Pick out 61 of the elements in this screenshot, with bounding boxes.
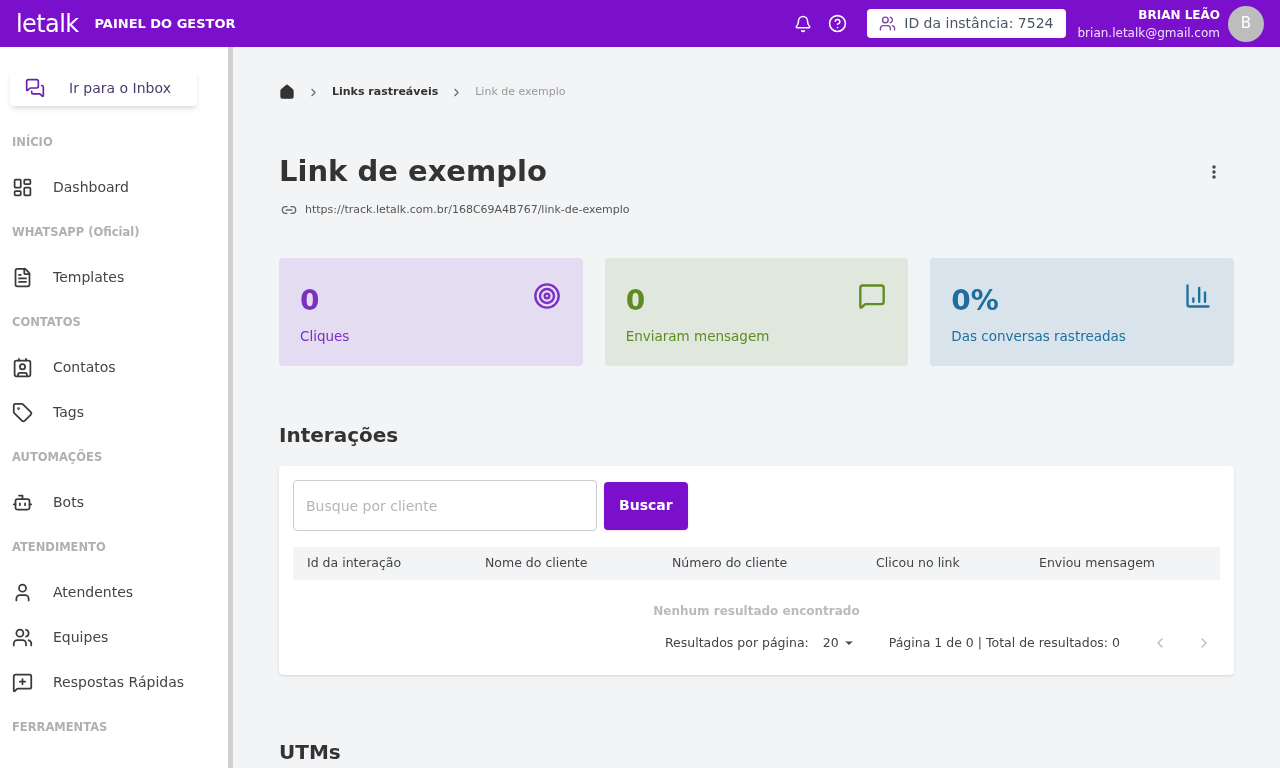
stat-label: Das conversas rastreadas (951, 327, 1126, 346)
column-header: Número do cliente (672, 554, 789, 573)
document-icon (12, 267, 33, 288)
sidebar-item[interactable]: Bots (0, 480, 228, 525)
dashboard-icon (12, 177, 33, 198)
section-heading: UTMs (279, 738, 342, 766)
section-label: CONTATOS (11, 313, 82, 331)
more-options-button[interactable] (1210, 162, 1218, 181)
stat-value: 0 (300, 283, 320, 319)
search-button[interactable]: Buscar (604, 481, 688, 530)
stat-value: 0% (951, 283, 999, 319)
user-name: BRIAN LEÃO (1138, 6, 1220, 24)
section-heading: Interações (279, 422, 400, 449)
column-header: Clicou no link (876, 554, 961, 573)
per-page-select[interactable]: 20 (822, 634, 855, 653)
sidebar-item[interactable]: Templates (0, 255, 228, 300)
empty-message: Nenhum resultado encontrado (652, 603, 861, 620)
section-label: WHATSAPP (Oficial) (11, 223, 141, 241)
chat-plus-icon (12, 672, 33, 693)
people-icon (12, 627, 33, 648)
bell-icon (794, 14, 813, 33)
sidebar-item[interactable]: Atendentes (0, 570, 228, 615)
breadcrumb-link[interactable]: Links rastreáveis (332, 83, 439, 101)
home-icon[interactable] (279, 84, 295, 100)
target-icon (532, 282, 561, 310)
column-header: Nome do cliente (485, 554, 589, 573)
notifications-button[interactable] (794, 14, 813, 33)
column-header: Id da interação (307, 554, 403, 573)
sidebar-item[interactable]: Equipes (0, 615, 228, 660)
inbox-button[interactable]: Ir para o Inbox (10, 70, 197, 106)
instance-id-text: ID da instância: 7524 (904, 14, 1054, 33)
stat-value: 0 (625, 283, 646, 319)
sidebar-item[interactable]: Contatos (0, 345, 228, 390)
column-header: Enviou mensagem (1039, 554, 1156, 573)
stat-label: Enviaram mensagem (625, 327, 770, 346)
contacts-icon (12, 357, 33, 378)
search-field[interactable]: Busque por cliente (293, 480, 597, 531)
section-label: ATENDIMENTO (11, 538, 107, 556)
tracking-url: https://track.letalk.com.br/168C69A4B767/link-de-exemplo (305, 201, 630, 218)
pagination-info: Página 1 de 0 | Total de resultados: 0 (888, 634, 1120, 652)
more-icon (1212, 164, 1216, 179)
per-page-label: Resultados por página: (665, 634, 809, 652)
help-icon (828, 14, 848, 33)
sidebar-item[interactable]: Dashboard (0, 165, 228, 210)
page-title: Link de exemplo (279, 153, 547, 190)
section-label: AUTOMAÇÕES (11, 448, 104, 466)
logo: letalk (16, 8, 79, 40)
app-title: PAINEL DO GESTOR (94, 14, 236, 33)
tag-icon (12, 402, 33, 423)
chat-icon (858, 282, 887, 310)
stat-label: Cliques (300, 327, 350, 346)
bar-chart-icon (1184, 282, 1212, 310)
section-label: FERRAMENTAS (11, 718, 109, 736)
user-email: brian.letalk@gmail.com (1077, 24, 1220, 42)
robot-icon (12, 492, 33, 513)
sidebar-item[interactable]: Respostas Rápidas (0, 660, 228, 705)
people-icon (879, 15, 897, 32)
help-button[interactable] (828, 14, 848, 33)
chat-icon (25, 78, 45, 98)
section-label: INÍCIO (11, 133, 54, 151)
sidebar-item[interactable]: Tags (0, 390, 228, 435)
